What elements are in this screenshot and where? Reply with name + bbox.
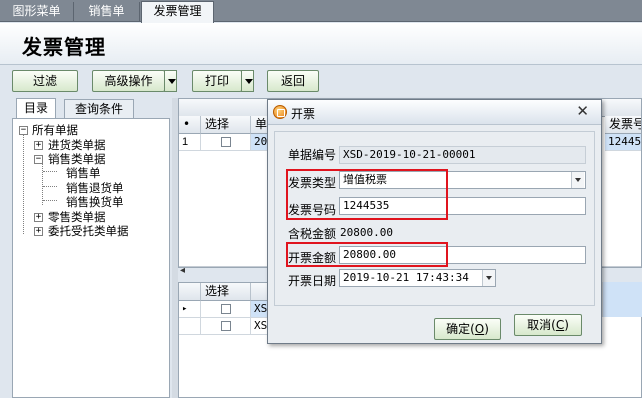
column-header-select[interactable]: 选择: [201, 116, 251, 134]
row-number: 1: [179, 134, 201, 151]
page-title: 发票管理: [22, 35, 106, 59]
tab-invoice-management[interactable]: 发票管理: [141, 1, 214, 23]
highlight-box-invoice-type-number: [286, 169, 448, 220]
tax-inclusive-amount-label: 含税金额: [288, 227, 337, 241]
dialog-title: 开票: [291, 107, 316, 121]
row-indicator: [179, 318, 201, 335]
tree-item-sales-exchange[interactable]: 销售换货单: [66, 195, 124, 209]
row-indicator-header: [179, 283, 201, 301]
tree-connector: [43, 186, 57, 187]
table-row[interactable]: [201, 318, 251, 335]
document-tree: − 所有单据 + 进货类单据 − 销售类单据 销售单 销售退货单 销售换货单 +…: [12, 118, 170, 398]
back-button[interactable]: 返回: [267, 70, 319, 92]
select-checkbox[interactable]: [221, 321, 231, 331]
invoice-date-picker[interactable]: 2019-10-21 17:43:34: [339, 269, 496, 287]
dialog-form-panel: 单据编号 XSD-2019-10-21-00001 发票类型 增值税票 发票号码…: [274, 131, 595, 306]
filter-button[interactable]: 过滤: [12, 70, 78, 92]
select-checkbox[interactable]: [221, 137, 231, 147]
collapse-icon[interactable]: −: [34, 155, 43, 164]
cancel-button-label: 取消: [527, 318, 552, 332]
tree-connector: [43, 171, 57, 172]
tree-item-retail-documents[interactable]: 零售类单据: [48, 210, 106, 224]
tree-connector: [23, 135, 24, 234]
table-row[interactable]: [201, 134, 251, 151]
print-button[interactable]: 打印: [192, 70, 242, 92]
cancel-shortcut-key: C: [555, 318, 565, 332]
issue-invoice-dialog: 开票 ✕ 单据编号 XSD-2019-10-21-00001 发票类型 增值税票…: [267, 99, 602, 344]
expand-icon[interactable]: +: [34, 227, 43, 236]
confirm-button-label: 确定: [446, 322, 471, 336]
tab-sales-order[interactable]: 销售单: [74, 2, 140, 22]
scroll-left-icon[interactable]: ◂: [180, 265, 185, 276]
invoice-date-label: 开票日期: [288, 274, 337, 288]
dialog-title-bar[interactable]: 开票 ✕: [268, 100, 601, 125]
advanced-operations-dropdown-icon[interactable]: [164, 70, 177, 92]
select-checkbox[interactable]: [221, 304, 231, 314]
advanced-operations-button[interactable]: 高级操作: [92, 70, 165, 92]
tree-item-consignment-documents[interactable]: 委托受托类单据: [48, 224, 129, 238]
print-dropdown-icon[interactable]: [241, 70, 254, 92]
chevron-down-icon[interactable]: [482, 270, 495, 286]
highlight-box-invoice-amount: [286, 242, 448, 267]
tree-item-sales-documents[interactable]: 销售类单据: [48, 152, 106, 166]
column-header-invoice-number[interactable]: 发票号: [605, 116, 641, 134]
tax-inclusive-amount-value: 20800.00: [340, 226, 393, 239]
table-row[interactable]: [201, 301, 251, 318]
cell-invoice-number[interactable]: 1244535: [605, 134, 641, 151]
invoice-icon: [273, 105, 287, 119]
close-icon[interactable]: ✕: [576, 102, 589, 120]
row-indicator-header: •: [179, 116, 201, 134]
cancel-button[interactable]: 取消(C): [514, 314, 582, 336]
expand-icon[interactable]: +: [34, 141, 43, 150]
column-header-select[interactable]: 选择: [201, 283, 251, 301]
collapse-icon[interactable]: −: [19, 126, 28, 135]
tab-query-conditions[interactable]: 查询条件: [64, 99, 134, 118]
tree-item-sales-return[interactable]: 销售退货单: [66, 181, 124, 195]
doc-number-label: 单据编号: [288, 148, 337, 162]
expand-icon[interactable]: +: [34, 213, 43, 222]
current-row-icon: ▸: [179, 301, 201, 318]
confirm-button[interactable]: 确定(O): [434, 318, 501, 340]
tree-item-purchase-documents[interactable]: 进货类单据: [48, 138, 106, 152]
tree-item-all-documents[interactable]: 所有单据: [32, 123, 78, 137]
doc-number-field: XSD-2019-10-21-00001: [339, 146, 586, 164]
tree-connector: [43, 200, 57, 201]
confirm-shortcut-key: O: [474, 322, 485, 336]
page-header: 发票管理: [0, 23, 642, 65]
tab-catalog[interactable]: 目录: [16, 98, 56, 119]
lower-grid-selection-fill: [602, 282, 642, 317]
chevron-down-icon[interactable]: [571, 172, 584, 188]
document-tab-strip: 图形菜单 销售单 发票管理: [0, 0, 642, 23]
tab-graphic-menu[interactable]: 图形菜单: [0, 2, 74, 22]
tree-item-sales-order[interactable]: 销售单: [66, 166, 101, 180]
